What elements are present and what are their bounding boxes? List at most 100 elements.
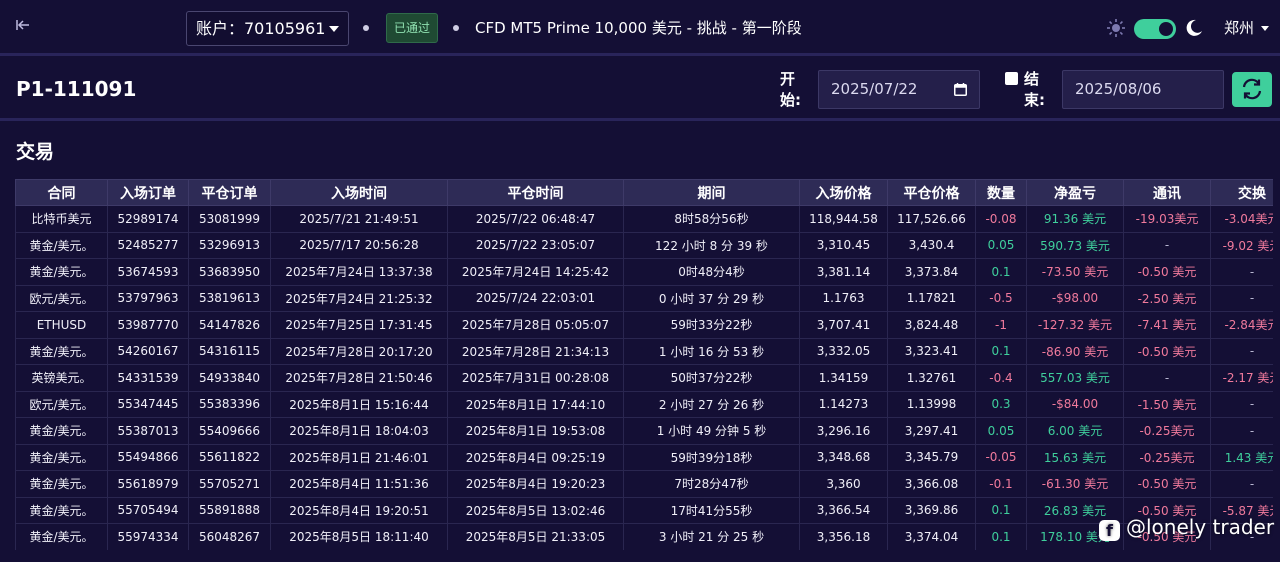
- city-label: 郑州: [1224, 19, 1255, 37]
- cell-exit-price: 3,297.41: [887, 417, 976, 445]
- cell-entry-time: 2025年8月4日 11:51:36: [270, 470, 448, 498]
- table-row[interactable]: 黄金/美元。 53674593 53683950 2025年7月24日 13:37:3…: [15, 258, 1273, 286]
- cell-quantity: 0.05: [975, 231, 1027, 259]
- end-date-input[interactable]: 2025/08/06: [1062, 70, 1224, 109]
- cell-net-pnl: 91.36 美元: [1026, 205, 1124, 233]
- cell-exit-order: 53683950: [188, 258, 271, 286]
- cell-duration: 0 小时 37 分 29 秒: [623, 284, 800, 312]
- refresh-button[interactable]: [1232, 72, 1272, 107]
- cell-duration: 59时33分22秒: [623, 311, 800, 339]
- cell-commission: -7.41 美元: [1123, 311, 1211, 339]
- column-header[interactable]: 入场订单: [107, 179, 189, 206]
- cell-duration: 50时37分22秒: [623, 364, 800, 392]
- column-header[interactable]: 平仓时间: [447, 179, 624, 206]
- cell-quantity: 0.05: [975, 417, 1027, 445]
- cell-entry-time: 2025年8月5日 18:11:40: [270, 523, 448, 550]
- cell-entry-time: 2025年8月1日 21:46:01: [270, 443, 448, 471]
- table-row[interactable]: 欧元/美元。 55347445 55383396 2025年8月1日 15:16:44…: [15, 390, 1273, 418]
- table-row[interactable]: 黄金/美元。 52485277 53296913 2025/7/17 20:56:28…: [15, 231, 1273, 259]
- cell-entry-time: 2025年7月24日 13:37:38: [270, 258, 448, 286]
- social-logo-icon: f: [1099, 520, 1120, 541]
- cell-exit-price: 117,526.66: [887, 205, 976, 233]
- table-row[interactable]: 黄金/美元。 55387013 55409666 2025年8月1日 18:04:03…: [15, 417, 1273, 445]
- cell-entry-order: 53987770: [107, 311, 189, 339]
- cell-exit-time: 2025/7/22 23:05:07: [447, 231, 624, 259]
- column-header[interactable]: 平仓价格: [887, 179, 976, 206]
- column-header[interactable]: 平仓订单: [188, 179, 271, 206]
- cell-quantity: -0.1: [975, 470, 1027, 498]
- cell-entry-price: 1.1763: [799, 284, 888, 312]
- cell-entry-price: 3,381.14: [799, 258, 888, 286]
- cell-exit-time: 2025年7月31日 00:28:08: [447, 364, 624, 392]
- cell-entry-order: 55387013: [107, 417, 189, 445]
- cell-entry-time: 2025年8月1日 15:16:44: [270, 390, 448, 418]
- cell-net-pnl: 590.73 美元: [1026, 231, 1124, 259]
- cell-entry-price: 118,944.58: [799, 205, 888, 233]
- column-header[interactable]: 数量: [975, 179, 1027, 206]
- table-row[interactable]: 黄金/美元。 55974334 56048267 2025年8月5日 18:11:40…: [15, 523, 1273, 550]
- cell-entry-order: 55494866: [107, 443, 189, 471]
- column-header[interactable]: 交换: [1210, 179, 1273, 206]
- cell-exit-time: 2025年8月1日 19:53:08: [447, 417, 624, 445]
- theme-toggle[interactable]: [1134, 19, 1176, 39]
- cell-exit-price: 3,369.86: [887, 496, 976, 524]
- table-row[interactable]: 英镑美元。 54331539 54933840 2025年7月28日 21:50:46…: [15, 364, 1273, 392]
- refresh-icon: [1242, 78, 1262, 100]
- table-row[interactable]: 比特币美元 52989174 53081999 2025/7/21 21:49:51 2…: [15, 205, 1273, 233]
- cell-quantity: 0.3: [975, 390, 1027, 418]
- cell-commission: -0.50 美元: [1123, 258, 1211, 286]
- back-button[interactable]: [12, 16, 34, 38]
- separator-dot: [453, 25, 459, 31]
- cell-commission: -: [1123, 364, 1211, 392]
- column-header[interactable]: 通讯: [1123, 179, 1211, 206]
- table-row[interactable]: 黄金/美元。 54260167 54316115 2025年7月28日 20:17:2…: [15, 337, 1273, 365]
- table-row[interactable]: 欧元/美元。 53797963 53819613 2025年7月24日 21:25:3…: [15, 284, 1273, 312]
- end-date-value: 2025/08/06: [1075, 80, 1162, 98]
- cell-entry-price: 3,332.05: [799, 337, 888, 365]
- cell-exit-price: 3,345.79: [887, 443, 976, 471]
- cell-quantity: 0.1: [975, 523, 1027, 550]
- cell-commission: -19.03美元: [1123, 205, 1211, 233]
- trades-table-container[interactable]: 合同 入场订单 平仓订单 入场时间 平仓时间 期间 入场价格 平仓价格 数量 净…: [15, 179, 1273, 550]
- column-header[interactable]: 净盈亏: [1026, 179, 1124, 206]
- page-title: P1-111091: [16, 77, 137, 101]
- cell-swap: -2.17 美元: [1210, 364, 1273, 392]
- cell-commission: -0.25美元: [1123, 443, 1211, 471]
- column-header[interactable]: 期间: [623, 179, 800, 206]
- back-arrow-icon: [16, 20, 29, 30]
- watermark: f @lonely trader: [1099, 514, 1274, 541]
- cell-duration: 7时28分47秒: [623, 470, 800, 498]
- start-date-input[interactable]: 2025/07/22: [818, 70, 980, 109]
- watermark-text: @lonely trader: [1126, 515, 1275, 539]
- cell-contract: 黄金/美元。: [15, 443, 108, 471]
- cell-entry-price: 3,360: [799, 470, 888, 498]
- city-select[interactable]: 郑州: [1224, 17, 1270, 39]
- cell-contract: 黄金/美元。: [15, 470, 108, 498]
- trades-table-body: 比特币美元 52989174 53081999 2025/7/21 21:49:51 2…: [15, 205, 1273, 550]
- cell-entry-order: 54260167: [107, 337, 189, 365]
- cell-entry-time: 2025年7月25日 17:31:45: [270, 311, 448, 339]
- cell-duration: 1 小时 49 分钟 5 秒: [623, 417, 800, 445]
- cell-exit-time: 2025年8月5日 21:33:05: [447, 523, 624, 550]
- table-row[interactable]: 黄金/美元。 55494866 55611822 2025年8月1日 21:46:01…: [15, 443, 1273, 471]
- cell-commission: -: [1123, 231, 1211, 259]
- calendar-icon[interactable]: [954, 83, 967, 96]
- cell-exit-time: 2025/7/22 06:48:47: [447, 205, 624, 233]
- column-header[interactable]: 合同: [15, 179, 108, 206]
- column-header[interactable]: 入场价格: [799, 179, 888, 206]
- cell-entry-price: 3,310.45: [799, 231, 888, 259]
- table-row[interactable]: 黄金/美元。 55618979 55705271 2025年8月4日 11:51:36…: [15, 470, 1273, 498]
- cell-entry-time: 2025年8月1日 18:04:03: [270, 417, 448, 445]
- end-date-checkbox[interactable]: [1005, 72, 1018, 85]
- table-row[interactable]: 黄金/美元。 55705494 55891888 2025年8月4日 19:20:51…: [15, 496, 1273, 524]
- account-select[interactable]: 账户：70105961: [186, 11, 349, 46]
- cell-entry-price: 3,707.41: [799, 311, 888, 339]
- cell-duration: 3 小时 21 分 25 秒: [623, 523, 800, 550]
- cell-entry-order: 55347445: [107, 390, 189, 418]
- cell-exit-time: 2025年8月4日 19:20:23: [447, 470, 624, 498]
- cell-swap: -: [1210, 337, 1273, 365]
- cell-exit-time: 2025年8月5日 13:02:46: [447, 496, 624, 524]
- column-header[interactable]: 入场时间: [270, 179, 448, 206]
- table-row[interactable]: ETHUSD 53987770 54147826 2025年7月25日 17:31:4…: [15, 311, 1273, 339]
- sun-icon: [1107, 19, 1125, 37]
